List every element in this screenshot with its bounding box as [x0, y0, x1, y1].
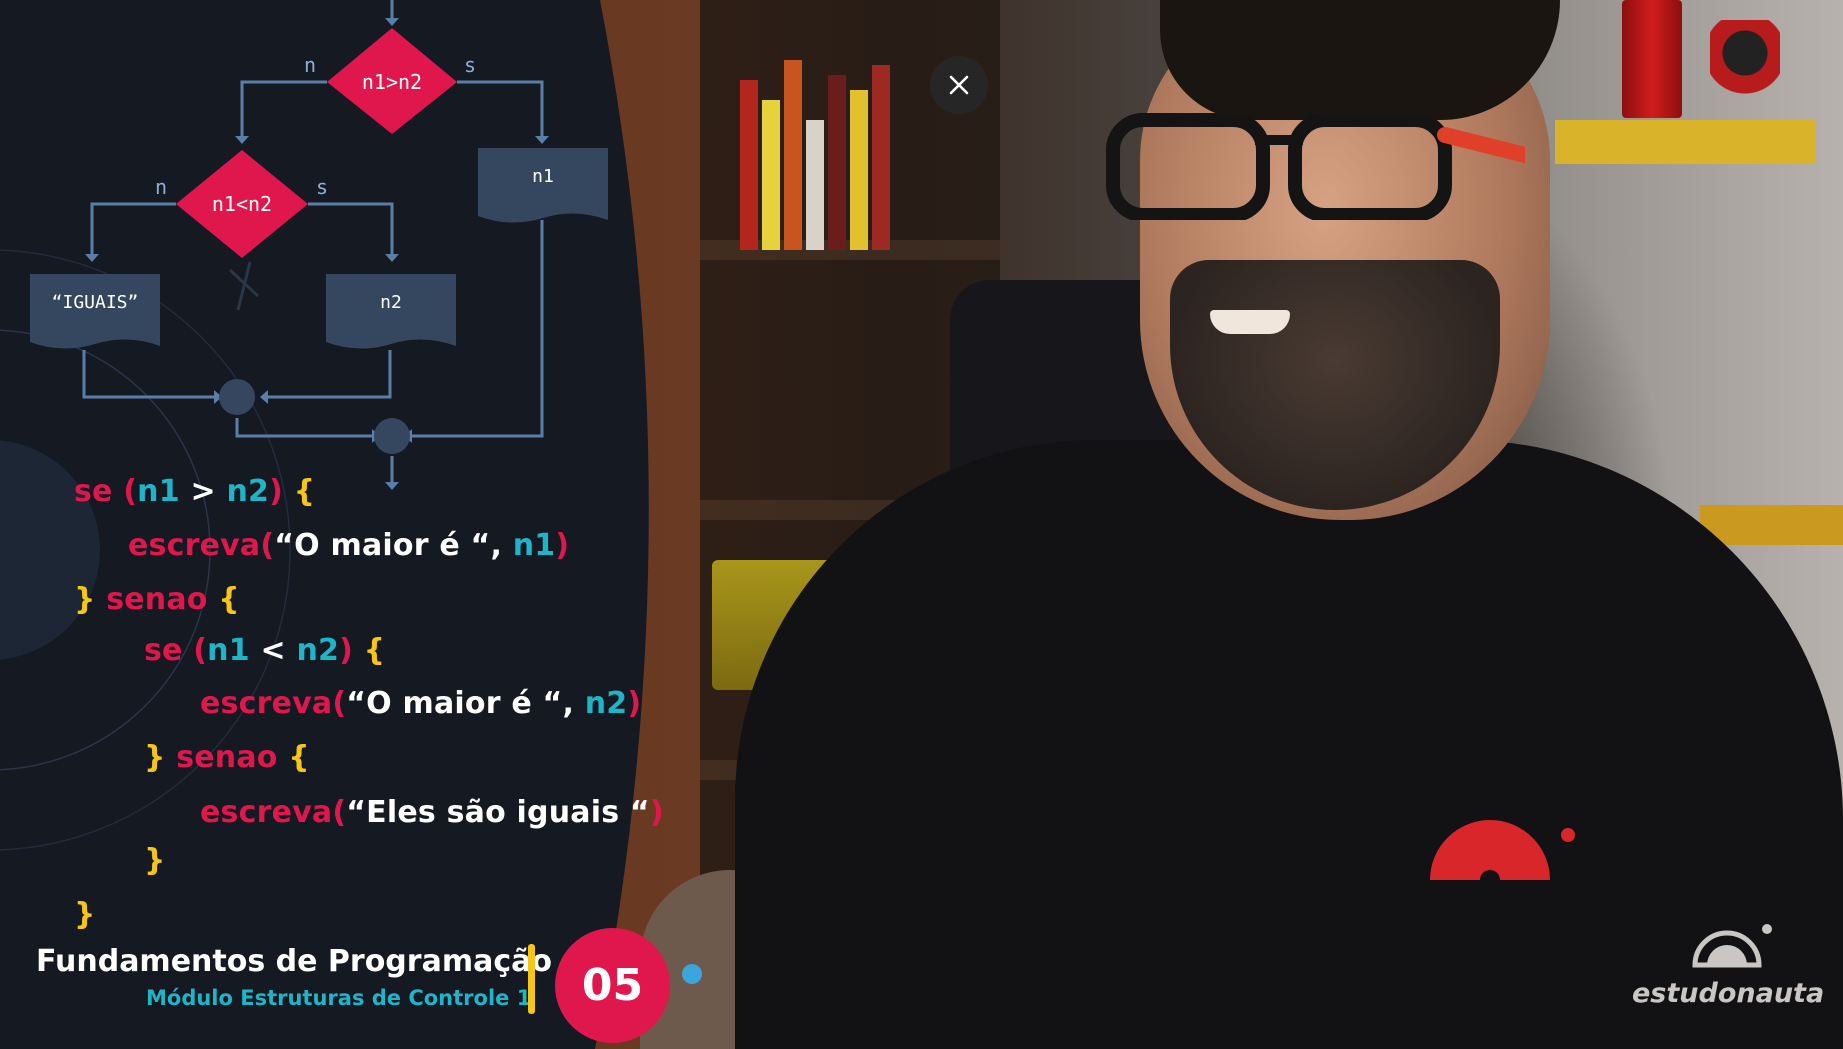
code-paren: ): [627, 686, 642, 721]
episode-badge: 05: [555, 928, 670, 1043]
code-paren: (: [332, 795, 347, 830]
shirt-logo: [1430, 820, 1575, 890]
code-function: escreva: [200, 795, 333, 830]
code-operator: >: [179, 474, 227, 509]
code-line-6: } senao {: [144, 740, 310, 775]
figurine: [1710, 20, 1780, 130]
brand-wordmark: estudonauta: [1632, 978, 1825, 1009]
code-line-3: } senao {: [74, 582, 240, 617]
join-node: [374, 418, 410, 454]
code-string: “Eles são iguais “: [346, 795, 650, 830]
soda-can: [1622, 0, 1682, 118]
code-operator: <: [249, 633, 297, 668]
code-line-2: escreva(“O maior é “, n1): [128, 528, 569, 563]
host-shirt: [735, 440, 1843, 1049]
code-variable: n2: [584, 686, 628, 721]
branch-no-label: n: [304, 53, 316, 77]
output-n2-label: n2: [380, 292, 402, 313]
code-variable: n1: [137, 474, 180, 509]
code-paren: (: [123, 474, 138, 509]
code-variable: n2: [226, 474, 270, 509]
code-paren: (: [332, 686, 347, 721]
code-function: escreva: [128, 528, 261, 563]
code-keyword: se: [74, 474, 124, 509]
books: [740, 50, 960, 250]
course-title: Fundamentos de Programação: [36, 944, 552, 979]
code-brace: }: [74, 897, 96, 932]
code-line-8: }: [144, 843, 166, 878]
code-keyword: senao: [165, 740, 289, 775]
code-line-9: }: [74, 897, 96, 932]
code-paren: ): [269, 474, 284, 509]
branch-no-label: n: [155, 175, 167, 199]
code-paren: (: [193, 633, 208, 668]
code-variable: n2: [296, 633, 340, 668]
join-node: [219, 379, 255, 415]
code-brace: {: [218, 582, 240, 617]
decision-2-label: n1<n2: [212, 192, 272, 216]
host-hair: [1160, 0, 1560, 120]
brand-logo-icon: [1692, 924, 1772, 968]
code-keyword: senao: [95, 582, 219, 617]
code-variable: n1: [207, 633, 250, 668]
code-string: “O maior é “,: [346, 686, 585, 721]
code-line-1: se (n1 > n2) {: [74, 474, 315, 509]
decision-1-label: n1>n2: [362, 70, 422, 94]
code-line-4: se (n1 < n2) {: [144, 633, 385, 668]
code-line-7: escreva(“Eles são iguais “): [200, 795, 664, 830]
code-brace: {: [288, 740, 310, 775]
wall-shelf-lower: [1700, 505, 1843, 545]
host-mouth: [1210, 310, 1290, 334]
code-string: “O maior é “,: [274, 528, 513, 563]
flowchart: n1>n2 n1<n2 n1 n2 “IGUAIS” n s n s: [30, 0, 608, 490]
episode-dot: [682, 964, 702, 984]
close-icon: [949, 75, 969, 95]
output-n1-label: n1: [532, 166, 554, 187]
branch-yes-label: s: [464, 53, 476, 77]
host-glasses: [1106, 113, 1525, 220]
code-brace: }: [74, 582, 96, 617]
code-paren: (: [260, 528, 275, 563]
close-button[interactable]: [930, 56, 988, 114]
code-keyword: se: [144, 633, 194, 668]
code-variable: n1: [512, 528, 556, 563]
branch-yes-label: s: [316, 175, 328, 199]
episode-number: 05: [581, 960, 644, 1011]
code-line-5: escreva(“O maior é “, n2): [200, 686, 641, 721]
code-paren: ): [555, 528, 570, 563]
title-divider: [528, 944, 535, 1014]
code-paren: ): [649, 795, 664, 830]
lesson-panel: n1>n2 n1<n2 n1 n2 “IGUAIS” n s n s se (n…: [0, 0, 700, 1049]
code-brace: }: [144, 843, 166, 878]
code-paren: ): [339, 633, 354, 668]
output-equal-label: “IGUAIS”: [52, 292, 139, 313]
code-brace: {: [283, 474, 316, 509]
code-function: escreva: [200, 686, 333, 721]
code-brace: {: [353, 633, 386, 668]
code-brace: }: [144, 740, 166, 775]
course-subtitle: Módulo Estruturas de Controle 1: [146, 986, 532, 1010]
